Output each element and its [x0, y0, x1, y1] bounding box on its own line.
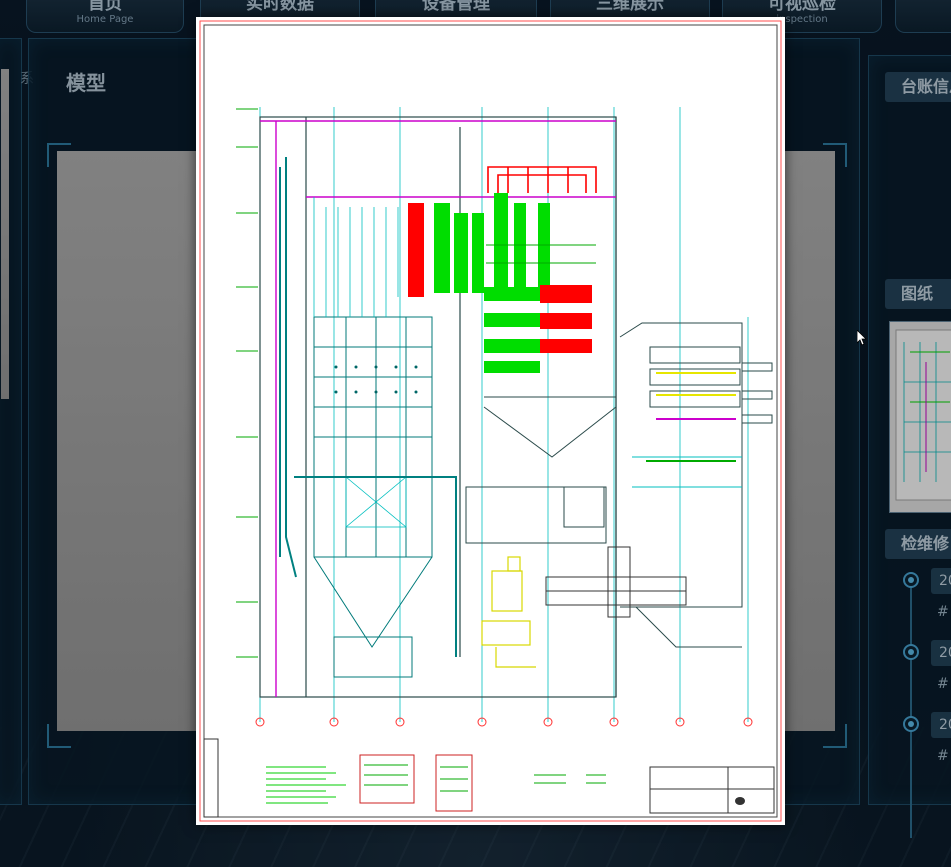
mouse-pointer-icon	[857, 330, 867, 346]
drawing-viewer-modal[interactable]	[196, 17, 785, 825]
boiler-engineering-drawing	[199, 20, 782, 822]
